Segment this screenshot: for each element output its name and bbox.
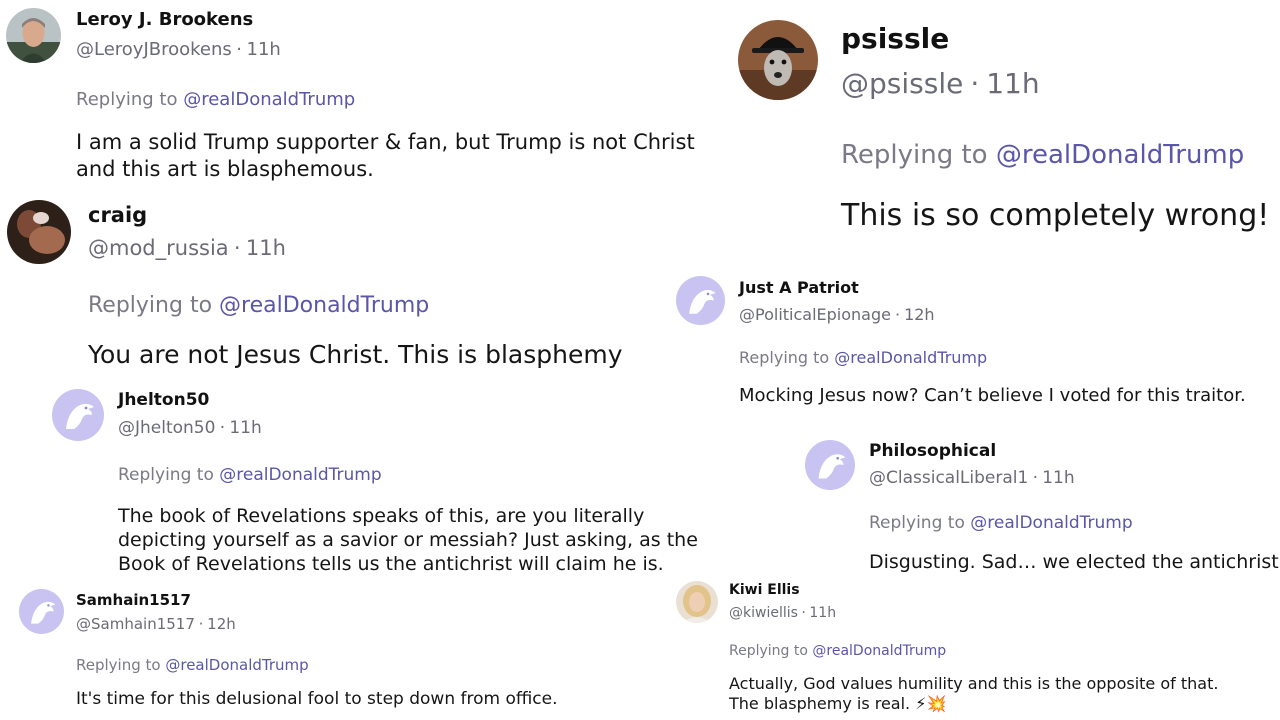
post-text: Mocking Jesus now? Can’t believe I voted… (739, 385, 1246, 406)
eagle-icon (19, 589, 64, 634)
mention-link[interactable]: @realDonaldTrump (183, 89, 355, 110)
separator: · (970, 67, 980, 100)
handle[interactable]: @psissle (841, 67, 963, 100)
replying-to: Replying to @realDonaldTrump (729, 643, 946, 659)
reply-prefix: Replying to (729, 643, 808, 659)
reply-prefix: Replying to (841, 140, 988, 170)
timestamp[interactable]: 12h (904, 305, 935, 324)
handle-line: @PoliticalEpionage · 12h (739, 305, 935, 324)
handle-line: @kiwiellis · 11h (729, 605, 836, 621)
photo-dog-icon (738, 20, 818, 100)
replying-to: Replying to @realDonaldTrump (869, 513, 1133, 533)
photo-icon (7, 200, 71, 264)
display-name[interactable]: craig (88, 203, 147, 227)
mention-link[interactable]: @realDonaldTrump (812, 643, 946, 659)
replying-to: Replying to @realDonaldTrump (841, 140, 1244, 170)
mention-link[interactable]: @realDonaldTrump (165, 656, 308, 674)
separator: · (894, 305, 901, 324)
handle[interactable]: @kiwiellis (729, 605, 798, 621)
post-text: I am a solid Trump supporter & fan, but … (76, 130, 695, 181)
mention-link[interactable]: @realDonaldTrump (219, 293, 429, 318)
avatar[interactable] (6, 8, 61, 63)
separator: · (219, 418, 226, 438)
handle[interactable]: @LeroyJBrookens (76, 39, 232, 60)
eagle-icon (676, 276, 725, 325)
reply-prefix: Replying to (739, 348, 830, 367)
handle-line: @psissle · 11h (841, 67, 1040, 100)
display-name[interactable]: Leroy J. Brookens (76, 9, 253, 30)
avatar[interactable] (676, 276, 725, 325)
separator: · (1032, 468, 1038, 488)
reply-prefix: Replying to (88, 293, 213, 318)
handle[interactable]: @Jhelton50 (118, 418, 215, 438)
post-text: Disgusting. Sad… we elected the antichri… (869, 551, 1279, 573)
handle-line: @Samhain1517 · 12h (76, 615, 236, 633)
separator: · (801, 605, 806, 621)
mention-link[interactable]: @realDonaldTrump (219, 465, 381, 485)
replying-to: Replying to @realDonaldTrump (118, 465, 382, 485)
avatar[interactable] (738, 20, 818, 100)
handle-line: @LeroyJBrookens · 11h (76, 39, 281, 60)
replying-to: Replying to @realDonaldTrump (76, 89, 355, 110)
timestamp[interactable]: 11h (247, 39, 281, 60)
handle-line: @ClassicalLiberal1 · 11h (869, 468, 1075, 488)
separator: · (233, 236, 241, 260)
handle-line: @Jhelton50 · 11h (118, 418, 262, 438)
photo-man-icon (6, 8, 61, 63)
reply-prefix: Replying to (76, 656, 161, 674)
timestamp[interactable]: 12h (207, 615, 236, 633)
mention-link[interactable]: @realDonaldTrump (996, 140, 1244, 170)
reply-prefix: Replying to (869, 513, 965, 533)
display-name[interactable]: Philosophical (869, 441, 996, 461)
post-text: Actually, God values humility and this i… (729, 674, 1219, 713)
mention-link[interactable]: @realDonaldTrump (970, 513, 1132, 533)
replying-to: Replying to @realDonaldTrump (76, 656, 309, 674)
avatar[interactable] (676, 581, 718, 623)
replying-to: Replying to @realDonaldTrump (88, 293, 429, 318)
display-name[interactable]: psissle (841, 22, 949, 55)
eagle-icon (52, 389, 104, 441)
display-name[interactable]: Kiwi Ellis (729, 582, 800, 598)
handle[interactable]: @ClassicalLiberal1 (869, 468, 1028, 488)
reply-prefix: Replying to (118, 465, 214, 485)
timestamp[interactable]: 11h (1042, 468, 1074, 488)
avatar[interactable] (7, 200, 71, 264)
reply-prefix: Replying to (76, 89, 178, 110)
post-text: This is so completely wrong! (841, 198, 1270, 233)
timestamp[interactable]: 11h (246, 236, 286, 260)
handle[interactable]: @Samhain1517 (76, 615, 195, 633)
display-name[interactable]: Jhelton50 (118, 390, 209, 410)
avatar[interactable] (805, 440, 855, 490)
avatar[interactable] (52, 389, 104, 441)
timestamp[interactable]: 11h (986, 67, 1039, 100)
post-text: You are not Jesus Christ. This is blasph… (88, 340, 623, 369)
post-text: The book of Revelations speaks of this, … (118, 505, 698, 575)
handle[interactable]: @PoliticalEpionage (739, 305, 891, 324)
timestamp[interactable]: 11h (809, 605, 836, 621)
display-name[interactable]: Samhain1517 (76, 591, 191, 609)
separator: · (236, 39, 243, 60)
timestamp[interactable]: 11h (229, 418, 261, 438)
avatar[interactable] (19, 589, 64, 634)
photo-woman-icon (676, 581, 718, 623)
separator: · (198, 615, 204, 633)
handle-line: @mod_russia · 11h (88, 236, 286, 260)
eagle-icon (805, 440, 855, 490)
post-text: It's time for this delusional fool to st… (76, 689, 558, 709)
mention-link[interactable]: @realDonaldTrump (834, 348, 987, 367)
handle[interactable]: @mod_russia (88, 236, 229, 260)
replying-to: Replying to @realDonaldTrump (739, 348, 987, 367)
display-name[interactable]: Just A Patriot (739, 278, 859, 297)
